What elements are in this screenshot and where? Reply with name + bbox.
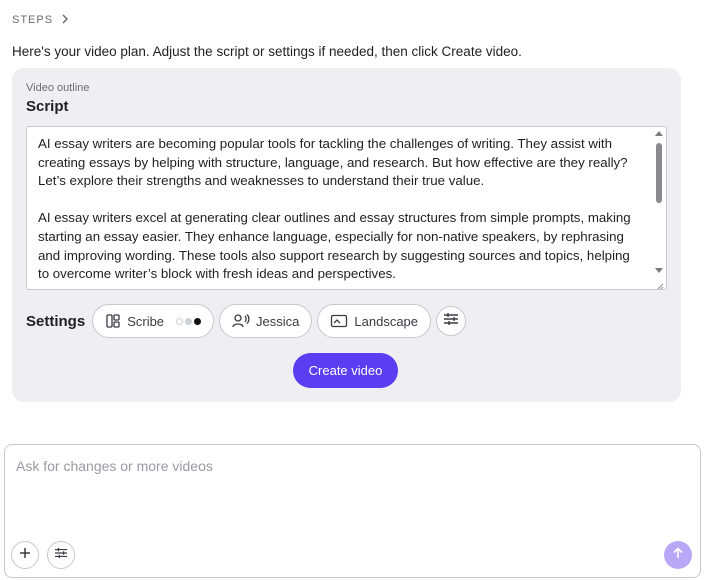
orientation-pill[interactable]: Landscape xyxy=(317,304,432,338)
sliders-icon xyxy=(54,546,68,564)
style-swatches xyxy=(176,317,202,325)
swatch xyxy=(185,317,193,325)
add-button[interactable] xyxy=(11,541,39,569)
script-title: Script xyxy=(26,98,69,115)
chat-options-button[interactable] xyxy=(47,541,75,569)
swatch xyxy=(176,317,184,325)
layout-icon xyxy=(105,313,121,329)
chevron-right-icon xyxy=(61,12,69,27)
video-outline-label: Video outline xyxy=(26,82,90,94)
script-textarea[interactable]: AI essay writers are becoming popular to… xyxy=(26,126,667,290)
settings-label: Settings xyxy=(26,312,86,330)
landscape-icon xyxy=(330,314,348,328)
voice-label: Jessica xyxy=(256,313,300,329)
style-pill[interactable]: Scribe xyxy=(92,304,215,338)
scroll-thumb[interactable] xyxy=(656,143,662,203)
arrow-up-icon xyxy=(672,546,684,564)
send-button[interactable] xyxy=(664,541,692,569)
create-video-button[interactable]: Create video xyxy=(293,353,398,388)
orientation-label: Landscape xyxy=(354,313,419,329)
intro-text: Here's your video plan. Adjust the scrip… xyxy=(12,44,522,59)
breadcrumb-label: STEPS xyxy=(12,13,54,26)
resize-grip-icon[interactable] xyxy=(655,278,664,289)
scroll-up-icon[interactable] xyxy=(655,131,663,136)
chat-box xyxy=(4,444,701,578)
sliders-icon xyxy=(443,312,459,331)
breadcrumb[interactable]: STEPS xyxy=(12,12,69,27)
settings-row: Settings Scribe Jessica Landscape xyxy=(26,304,467,338)
voice-user-icon xyxy=(232,313,250,329)
plus-icon xyxy=(19,546,31,564)
more-settings-button[interactable] xyxy=(436,306,467,336)
voice-pill[interactable]: Jessica xyxy=(219,304,313,338)
script-paragraph: AI essay writers excel at generating cle… xyxy=(38,210,631,282)
scroll-down-icon[interactable] xyxy=(655,268,663,273)
script-scrollbar[interactable] xyxy=(653,129,665,275)
script-paragraph: AI essay writers are becoming popular to… xyxy=(38,136,628,189)
video-outline-card: Video outline Script AI essay writers ar… xyxy=(12,68,681,402)
style-label: Scribe xyxy=(127,313,165,329)
script-text[interactable]: AI essay writers are becoming popular to… xyxy=(38,135,638,289)
swatch xyxy=(194,317,202,325)
chat-input[interactable] xyxy=(16,454,676,478)
